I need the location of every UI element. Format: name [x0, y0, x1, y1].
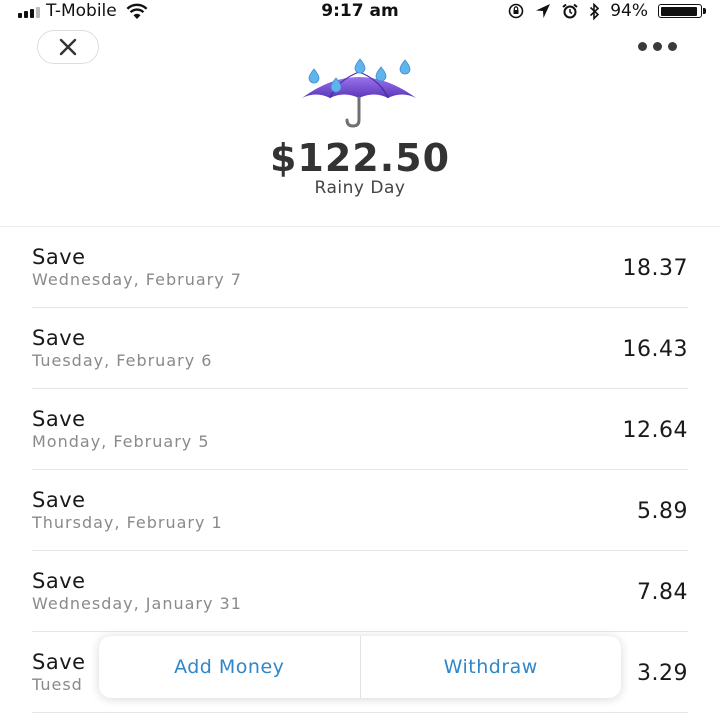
transaction-row[interactable]: Save Wednesday, January 31 7.84: [32, 551, 688, 632]
transaction-title: Save: [32, 326, 86, 350]
more-icon: [637, 41, 647, 51]
transaction-date: Tuesday, February 6: [32, 351, 213, 370]
alarm-icon: [562, 3, 578, 19]
transaction-title: Save: [32, 245, 86, 269]
battery-percent: 94%: [610, 1, 648, 21]
transaction-title: Save: [32, 488, 86, 512]
transaction-date: Thursday, February 1: [32, 513, 223, 532]
transaction-title: Save: [32, 569, 86, 593]
transaction-amount: 3.29: [637, 661, 688, 686]
status-right: 94%: [507, 1, 706, 21]
transaction-amount: 5.89: [637, 499, 688, 524]
status-bar: T-Mobile 9:17 am 94%: [0, 0, 720, 24]
battery-icon: [658, 4, 706, 18]
transaction-row[interactable]: Save Wednesday, February 7 18.37: [32, 227, 688, 308]
transaction-row[interactable]: Save Monday, February 5 12.64: [32, 389, 688, 470]
transaction-amount: 7.84: [637, 580, 688, 605]
location-icon: [536, 4, 551, 18]
transaction-date: Monday, February 5: [32, 432, 210, 451]
close-button[interactable]: [37, 30, 99, 64]
more-button[interactable]: [630, 36, 684, 56]
transaction-amount: 16.43: [622, 337, 688, 362]
transaction-title: Save: [32, 407, 86, 431]
close-icon: [59, 38, 77, 56]
withdraw-button[interactable]: Withdraw: [361, 636, 622, 698]
add-money-button[interactable]: Add Money: [99, 636, 360, 698]
transaction-date: Wednesday, February 7: [32, 270, 242, 289]
transaction-title: Save: [32, 650, 86, 674]
transaction-amount: 18.37: [622, 256, 688, 281]
goal-balance: $122.50: [269, 136, 451, 180]
transaction-date: Tuesd: [32, 675, 83, 694]
umbrella-with-raindrops-icon: [302, 58, 416, 128]
goal-name: Rainy Day: [314, 178, 406, 198]
action-bar: Add Money Withdraw: [99, 636, 621, 698]
transaction-date: Wednesday, January 31: [32, 594, 242, 613]
bluetooth-icon: [590, 2, 600, 20]
orientation-lock-icon: [508, 3, 524, 19]
transaction-row[interactable]: Save Tuesday, February 6 16.43: [32, 308, 688, 389]
transaction-row[interactable]: Save Thursday, February 1 5.89: [32, 470, 688, 551]
transaction-amount: 12.64: [622, 418, 688, 443]
